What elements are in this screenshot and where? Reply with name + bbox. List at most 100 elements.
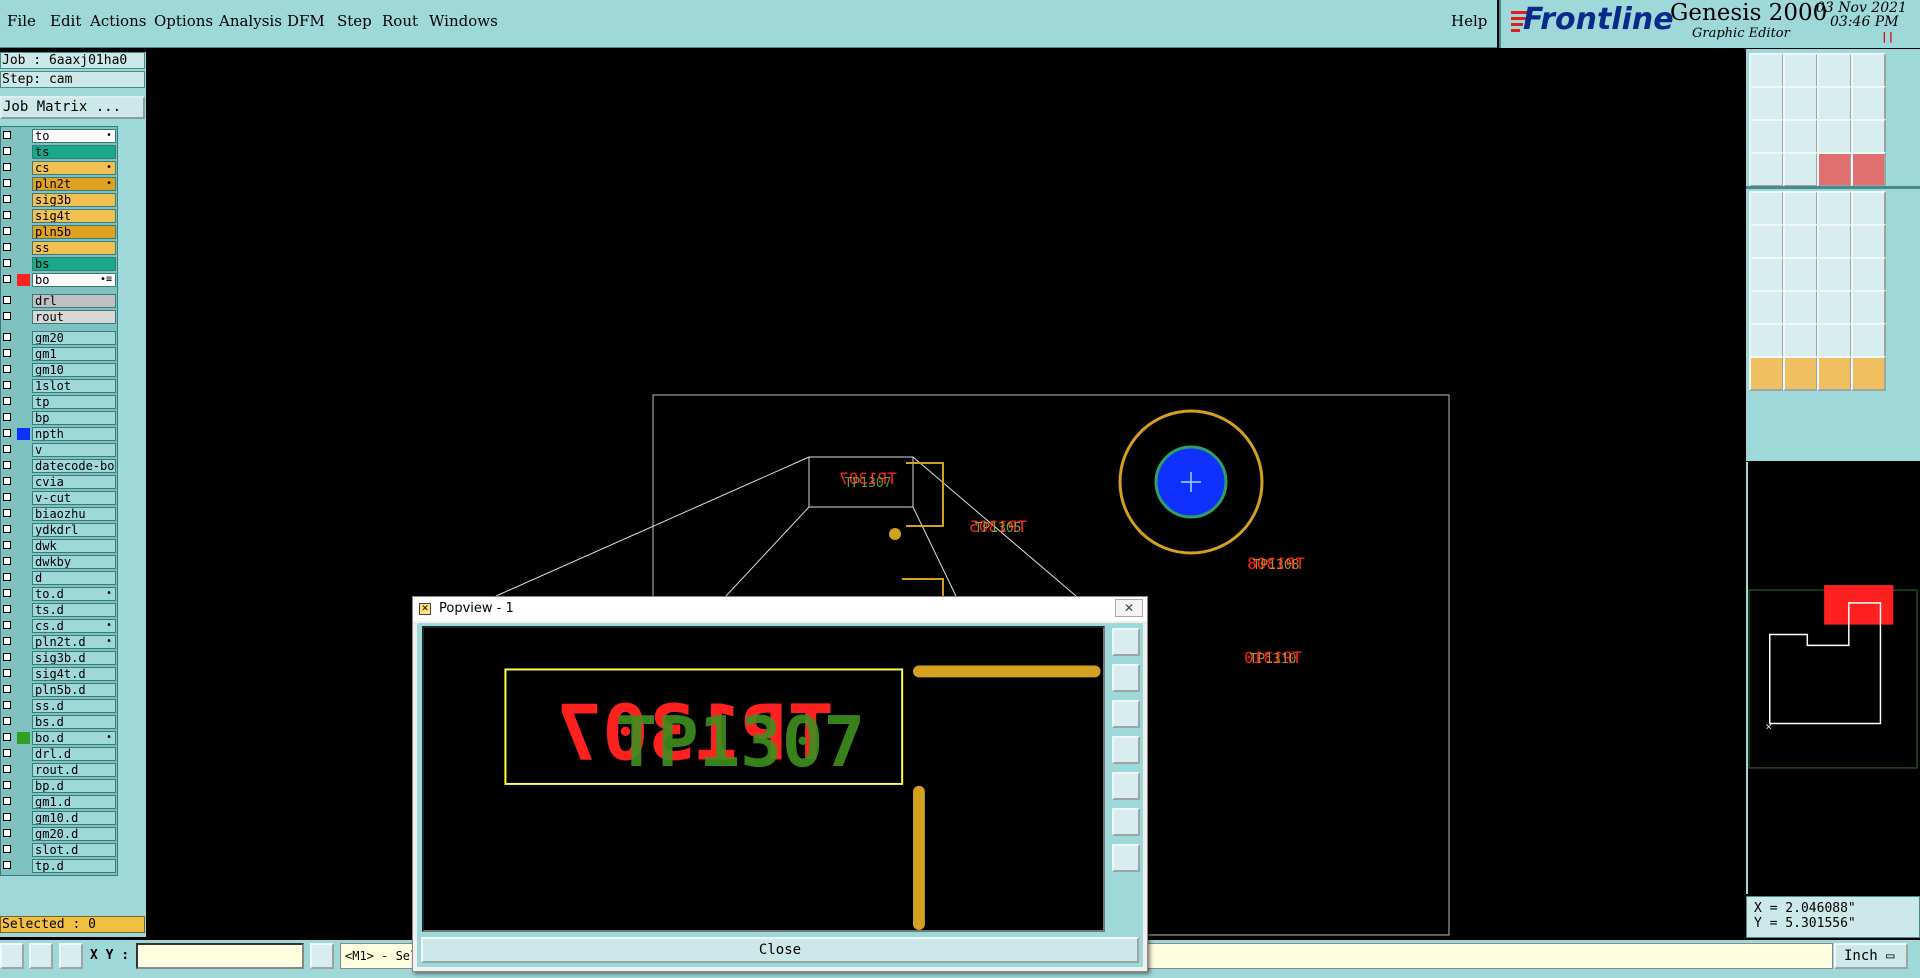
layer-row[interactable]: gm1.d [1,795,117,809]
connect-icon[interactable] [1749,224,1784,259]
layer-row[interactable]: v-cut [1,491,117,505]
fit-profile-icon[interactable] [1783,119,1818,154]
layer-name[interactable]: gm1.d [32,795,116,809]
dot-icon[interactable] [1851,191,1886,226]
menu-actions[interactable]: Actions [90,12,146,30]
layer-row[interactable]: to.d • [1,587,117,601]
layer-checkbox[interactable] [3,717,11,725]
layer-checkbox[interactable] [3,797,11,805]
layer-name[interactable]: gm10 [32,363,116,377]
layer-name[interactable]: sig3b [32,193,116,207]
menu-dfm[interactable]: DFM [287,12,325,30]
rotate-icon[interactable] [1817,257,1852,292]
layer-row[interactable]: d [1,571,117,585]
menu-help[interactable]: Help [1451,12,1487,30]
layer-name[interactable]: sig4t [32,209,116,223]
layer-checkbox[interactable] [3,147,11,155]
layer-row[interactable]: sig3b [1,193,117,207]
pause-icon[interactable]: || [1881,31,1894,42]
layer-name[interactable]: ts [32,145,116,159]
ruler-icon[interactable] [1817,191,1852,226]
layer-row[interactable]: bs [1,257,117,271]
menu-analysis[interactable]: Analysis [219,12,282,30]
delete-node-icon[interactable] [1783,224,1818,259]
layer-checkbox[interactable] [3,509,11,517]
layer-checkbox[interactable] [3,701,11,709]
menu-file[interactable]: File [7,12,36,30]
layer-row[interactable]: rout.d [1,763,117,777]
layer-name[interactable]: ydkdrl [32,523,116,537]
layer-row[interactable]: slot.d [1,843,117,857]
arrow-a-icon[interactable] [1783,323,1818,358]
import-icon[interactable] [1749,53,1784,88]
layer-name[interactable]: 1slot [32,379,116,393]
popview-titlebar[interactable]: ✕ Popview - 1 ✕ [413,597,1147,621]
layer-row[interactable]: drl [1,294,117,308]
home-icon[interactable] [1817,53,1852,88]
layer-name[interactable]: bp.d [32,779,116,793]
layer-name[interactable]: bo.d • [32,731,116,745]
layer-row[interactable]: gm20.d [1,827,117,841]
layer-name[interactable]: cvia [32,475,116,489]
layer-row[interactable]: ss.d [1,699,117,713]
menu-windows[interactable]: Windows [429,12,498,30]
layer-checkbox[interactable] [3,227,11,235]
layer-checkbox[interactable] [3,445,11,453]
layer-row[interactable]: tp.d [1,859,117,873]
layer-checkbox[interactable] [3,312,11,320]
net-icon[interactable] [1749,290,1784,325]
layer-row[interactable]: gm20 [1,331,117,345]
layer-checkbox[interactable] [3,525,11,533]
layer-checkbox[interactable] [3,195,11,203]
layer-row[interactable]: datecode-bo [1,459,117,473]
lights-icon[interactable] [1851,152,1886,187]
layer-name[interactable]: gm20 [32,331,116,345]
arrow-a3-icon[interactable] [1851,323,1886,358]
layer-row[interactable]: bp.d [1,779,117,793]
layer-name[interactable]: d [32,571,116,585]
layer-row[interactable]: ydkdrl [1,523,117,537]
help-icon[interactable] [1851,119,1886,154]
edit-line-icon[interactable] [1851,224,1886,259]
layer-row[interactable]: cvia [1,475,117,489]
layer-checkbox[interactable] [3,397,11,405]
slope-icon[interactable] [1783,257,1818,292]
pv-import-icon[interactable] [1112,664,1140,692]
layer-name[interactable]: v-cut [32,491,116,505]
prev-step-icon[interactable] [1749,86,1784,121]
layer-row[interactable]: gm10 [1,363,117,377]
layer-name[interactable]: rout [32,310,116,324]
layer-checkbox[interactable] [3,637,11,645]
zoom-redo-icon[interactable] [1851,86,1886,121]
layer-name[interactable]: dwk [32,539,116,553]
layer-name[interactable]: pln5b.d [32,683,116,697]
layer-row[interactable]: sig3b.d [1,651,117,665]
arc-icon[interactable] [1783,191,1818,226]
layer-name[interactable]: npth [32,427,116,441]
select-tree-icon[interactable] [1851,356,1886,391]
layer-row[interactable]: biaozhu [1,507,117,521]
popview-close-button[interactable]: Close [421,937,1139,963]
job-matrix-button[interactable]: Job Matrix ... [0,96,145,119]
snap-settings-icon[interactable] [1749,152,1784,187]
export-icon[interactable] [1783,53,1818,88]
close-icon[interactable]: ✕ [1115,599,1143,617]
layer-checkbox[interactable] [3,413,11,421]
layer-name[interactable]: biaozhu [32,507,116,521]
layer-name[interactable]: pln5b [32,225,116,239]
layer-row[interactable]: bo •≡ [1,273,117,287]
select-icon[interactable] [1749,356,1784,391]
pv-zoom-in-icon[interactable] [1112,628,1140,656]
pv-center-icon[interactable] [1112,844,1140,872]
layer-checkbox[interactable] [3,845,11,853]
overview-panel[interactable]: × [1746,462,1920,894]
layer-name[interactable]: bp [32,411,116,425]
layer-name[interactable]: gm20.d [32,827,116,841]
menu-options[interactable]: Options [154,12,213,30]
layer-row[interactable]: sig4t [1,209,117,223]
fit-screen-icon[interactable] [1749,119,1784,154]
layer-checkbox[interactable] [3,211,11,219]
layer-checkbox[interactable] [3,573,11,581]
layer-checkbox[interactable] [3,179,11,187]
layer-name[interactable]: cs • [32,161,116,175]
